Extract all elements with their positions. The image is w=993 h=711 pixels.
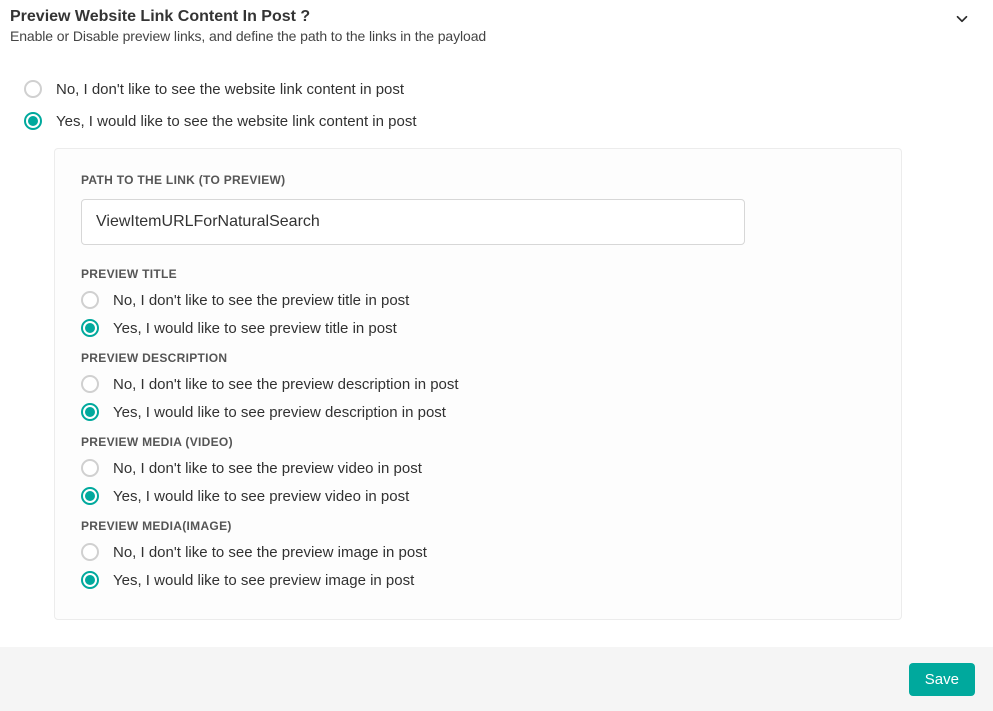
radio-icon bbox=[81, 571, 99, 589]
radio-icon bbox=[81, 375, 99, 393]
preview-video-no-label: No, I don't like to see the preview vide… bbox=[113, 460, 422, 477]
radio-icon bbox=[24, 112, 42, 130]
preview-video-yes[interactable]: Yes, I would like to see preview video i… bbox=[81, 487, 875, 505]
radio-icon bbox=[81, 487, 99, 505]
preview-video-label: PREVIEW MEDIA (VIDEO) bbox=[81, 435, 875, 449]
preview-description-yes[interactable]: Yes, I would like to see preview descrip… bbox=[81, 403, 875, 421]
preview-description-yes-label: Yes, I would like to see preview descrip… bbox=[113, 404, 446, 421]
footer: Save bbox=[0, 647, 993, 711]
main-options: No, I don't like to see the website link… bbox=[24, 80, 983, 620]
preview-title-group: PREVIEW TITLE No, I don't like to see th… bbox=[81, 267, 875, 337]
preview-video-group: PREVIEW MEDIA (VIDEO) No, I don't like t… bbox=[81, 435, 875, 505]
section-subtitle: Enable or Disable preview links, and def… bbox=[10, 28, 486, 44]
preview-image-yes-label: Yes, I would like to see preview image i… bbox=[113, 572, 414, 589]
main-option-no[interactable]: No, I don't like to see the website link… bbox=[24, 80, 983, 98]
preview-description-no-label: No, I don't like to see the preview desc… bbox=[113, 376, 459, 393]
main-option-yes-label: Yes, I would like to see the website lin… bbox=[56, 113, 417, 130]
preview-image-label: PREVIEW MEDIA(IMAGE) bbox=[81, 519, 875, 533]
preview-description-no[interactable]: No, I don't like to see the preview desc… bbox=[81, 375, 875, 393]
radio-icon bbox=[81, 403, 99, 421]
section-header: Preview Website Link Content In Post ? E… bbox=[10, 8, 983, 44]
preview-description-group: PREVIEW DESCRIPTION No, I don't like to … bbox=[81, 351, 875, 421]
section-title: Preview Website Link Content In Post ? bbox=[10, 8, 486, 26]
link-preview-panel: PATH TO THE LINK (TO PREVIEW) PREVIEW TI… bbox=[54, 148, 902, 620]
preview-image-no[interactable]: No, I don't like to see the preview imag… bbox=[81, 543, 875, 561]
preview-image-no-label: No, I don't like to see the preview imag… bbox=[113, 544, 427, 561]
path-input[interactable] bbox=[81, 199, 745, 245]
radio-icon bbox=[81, 543, 99, 561]
preview-video-no[interactable]: No, I don't like to see the preview vide… bbox=[81, 459, 875, 477]
preview-description-label: PREVIEW DESCRIPTION bbox=[81, 351, 875, 365]
main-option-no-label: No, I don't like to see the website link… bbox=[56, 81, 404, 98]
preview-title-label: PREVIEW TITLE bbox=[81, 267, 875, 281]
main-option-yes[interactable]: Yes, I would like to see the website lin… bbox=[24, 112, 983, 130]
chevron-down-icon[interactable] bbox=[953, 10, 971, 28]
preview-title-no[interactable]: No, I don't like to see the preview titl… bbox=[81, 291, 875, 309]
path-label: PATH TO THE LINK (TO PREVIEW) bbox=[81, 173, 875, 187]
radio-icon bbox=[81, 291, 99, 309]
preview-title-no-label: No, I don't like to see the preview titl… bbox=[113, 292, 409, 309]
preview-image-yes[interactable]: Yes, I would like to see preview image i… bbox=[81, 571, 875, 589]
preview-title-yes[interactable]: Yes, I would like to see preview title i… bbox=[81, 319, 875, 337]
preview-title-yes-label: Yes, I would like to see preview title i… bbox=[113, 320, 397, 337]
save-button[interactable]: Save bbox=[909, 663, 975, 696]
radio-icon bbox=[24, 80, 42, 98]
preview-image-group: PREVIEW MEDIA(IMAGE) No, I don't like to… bbox=[81, 519, 875, 589]
radio-icon bbox=[81, 319, 99, 337]
preview-video-yes-label: Yes, I would like to see preview video i… bbox=[113, 488, 409, 505]
radio-icon bbox=[81, 459, 99, 477]
